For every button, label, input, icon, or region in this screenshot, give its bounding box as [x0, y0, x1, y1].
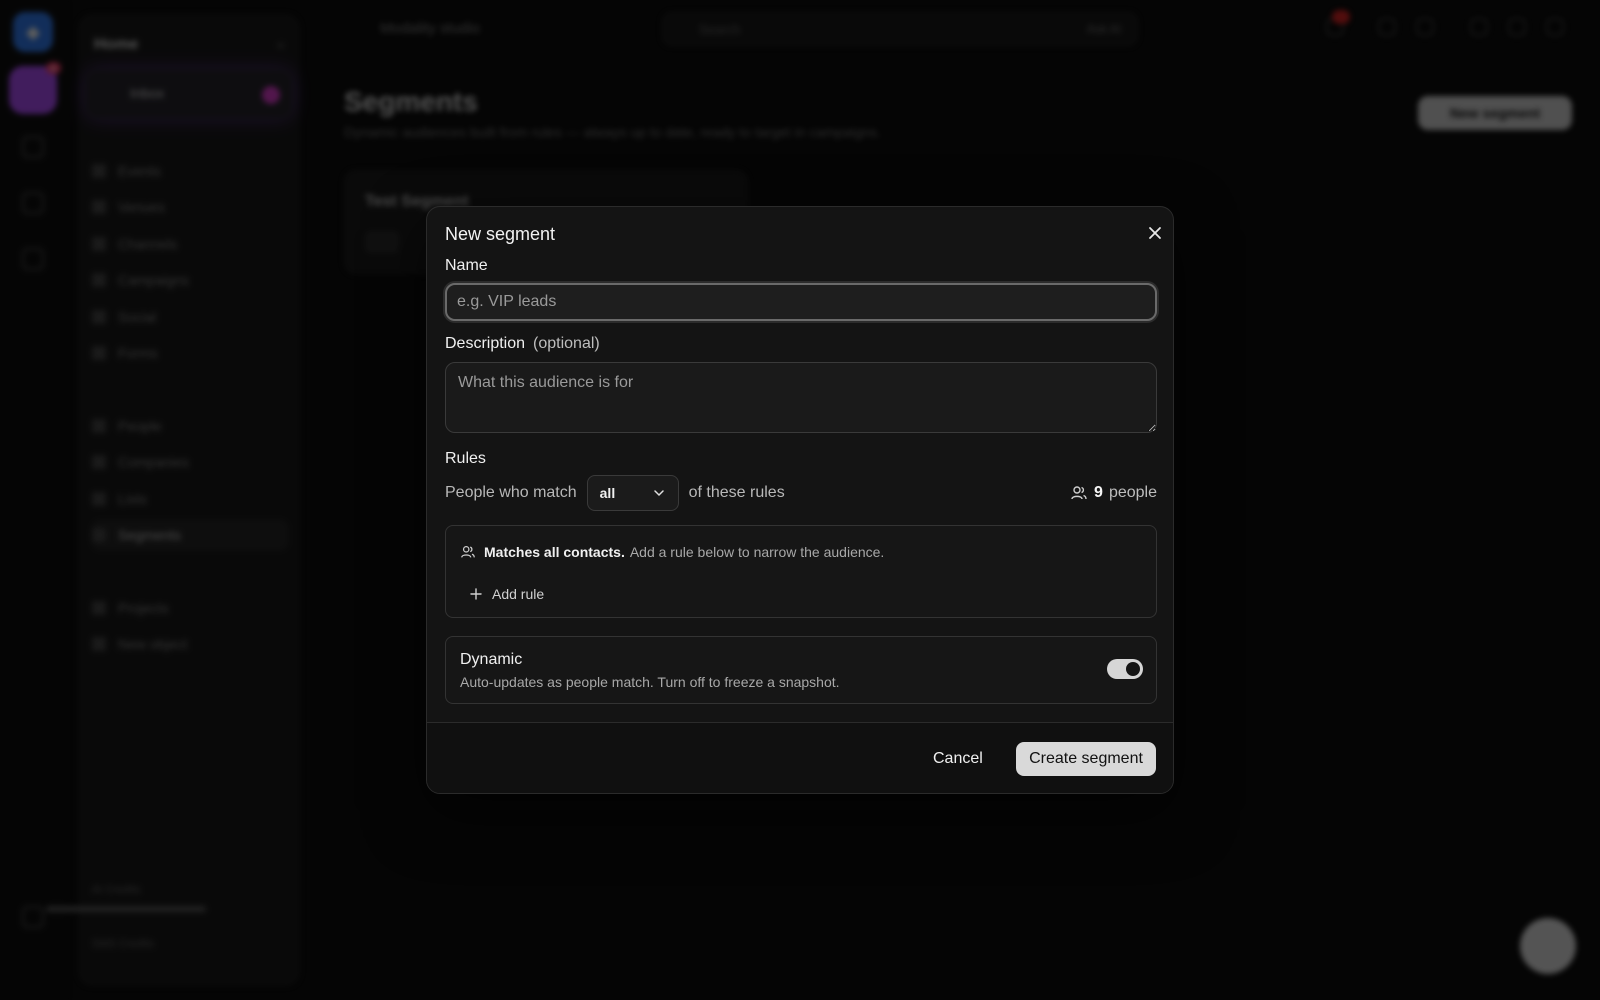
close-icon[interactable] [1145, 223, 1165, 243]
people-count-label: people [1108, 484, 1157, 501]
description-label: Description (optional) [445, 335, 600, 353]
optional-tag: (optional) [533, 335, 600, 352]
rules-container: Matches all contacts. Add a rule below t… [445, 525, 1157, 618]
dynamic-title: Dynamic [460, 651, 523, 668]
match-select-value: all [599, 485, 616, 501]
dynamic-setting: Dynamic Auto-updates as people match. Tu… [445, 636, 1157, 704]
matches-all-text: Matches all contacts. [484, 544, 625, 560]
rules-label: Rules [445, 450, 486, 467]
description-label-text: Description [445, 335, 526, 352]
dynamic-toggle[interactable] [1107, 659, 1143, 679]
match-suffix: of these rules [688, 484, 785, 501]
add-rule-button[interactable]: Add rule [466, 582, 548, 606]
dialog-footer: Cancel Create segment [427, 722, 1173, 793]
add-rule-label: Add rule [492, 586, 545, 602]
name-label: Name [445, 257, 488, 274]
description-input[interactable] [445, 362, 1157, 433]
name-input[interactable] [445, 283, 1157, 321]
toggle-knob [1126, 662, 1140, 676]
create-segment-button[interactable]: Create segment [1016, 742, 1156, 776]
users-icon [461, 546, 475, 558]
cancel-button[interactable]: Cancel [923, 742, 993, 776]
dynamic-description: Auto-updates as people match. Turn off t… [460, 674, 840, 690]
matches-hint: Add a rule below to narrow the audience. [629, 544, 885, 560]
plus-icon [470, 588, 482, 600]
users-icon [1071, 486, 1087, 500]
people-count-value: 9 [1094, 484, 1103, 501]
dialog-title: New segment [445, 224, 556, 244]
rules-match-row: People who match all of these rules 9 pe… [445, 475, 1157, 511]
chevron-down-icon [653, 490, 664, 497]
match-select[interactable]: all [586, 475, 679, 511]
match-prefix: People who match [445, 484, 577, 501]
people-count: 9 people [1070, 484, 1157, 502]
rules-info: Matches all contacts. Add a rule below t… [460, 544, 884, 560]
new-segment-dialog: New segment Name Description (optional) R… [426, 206, 1174, 794]
